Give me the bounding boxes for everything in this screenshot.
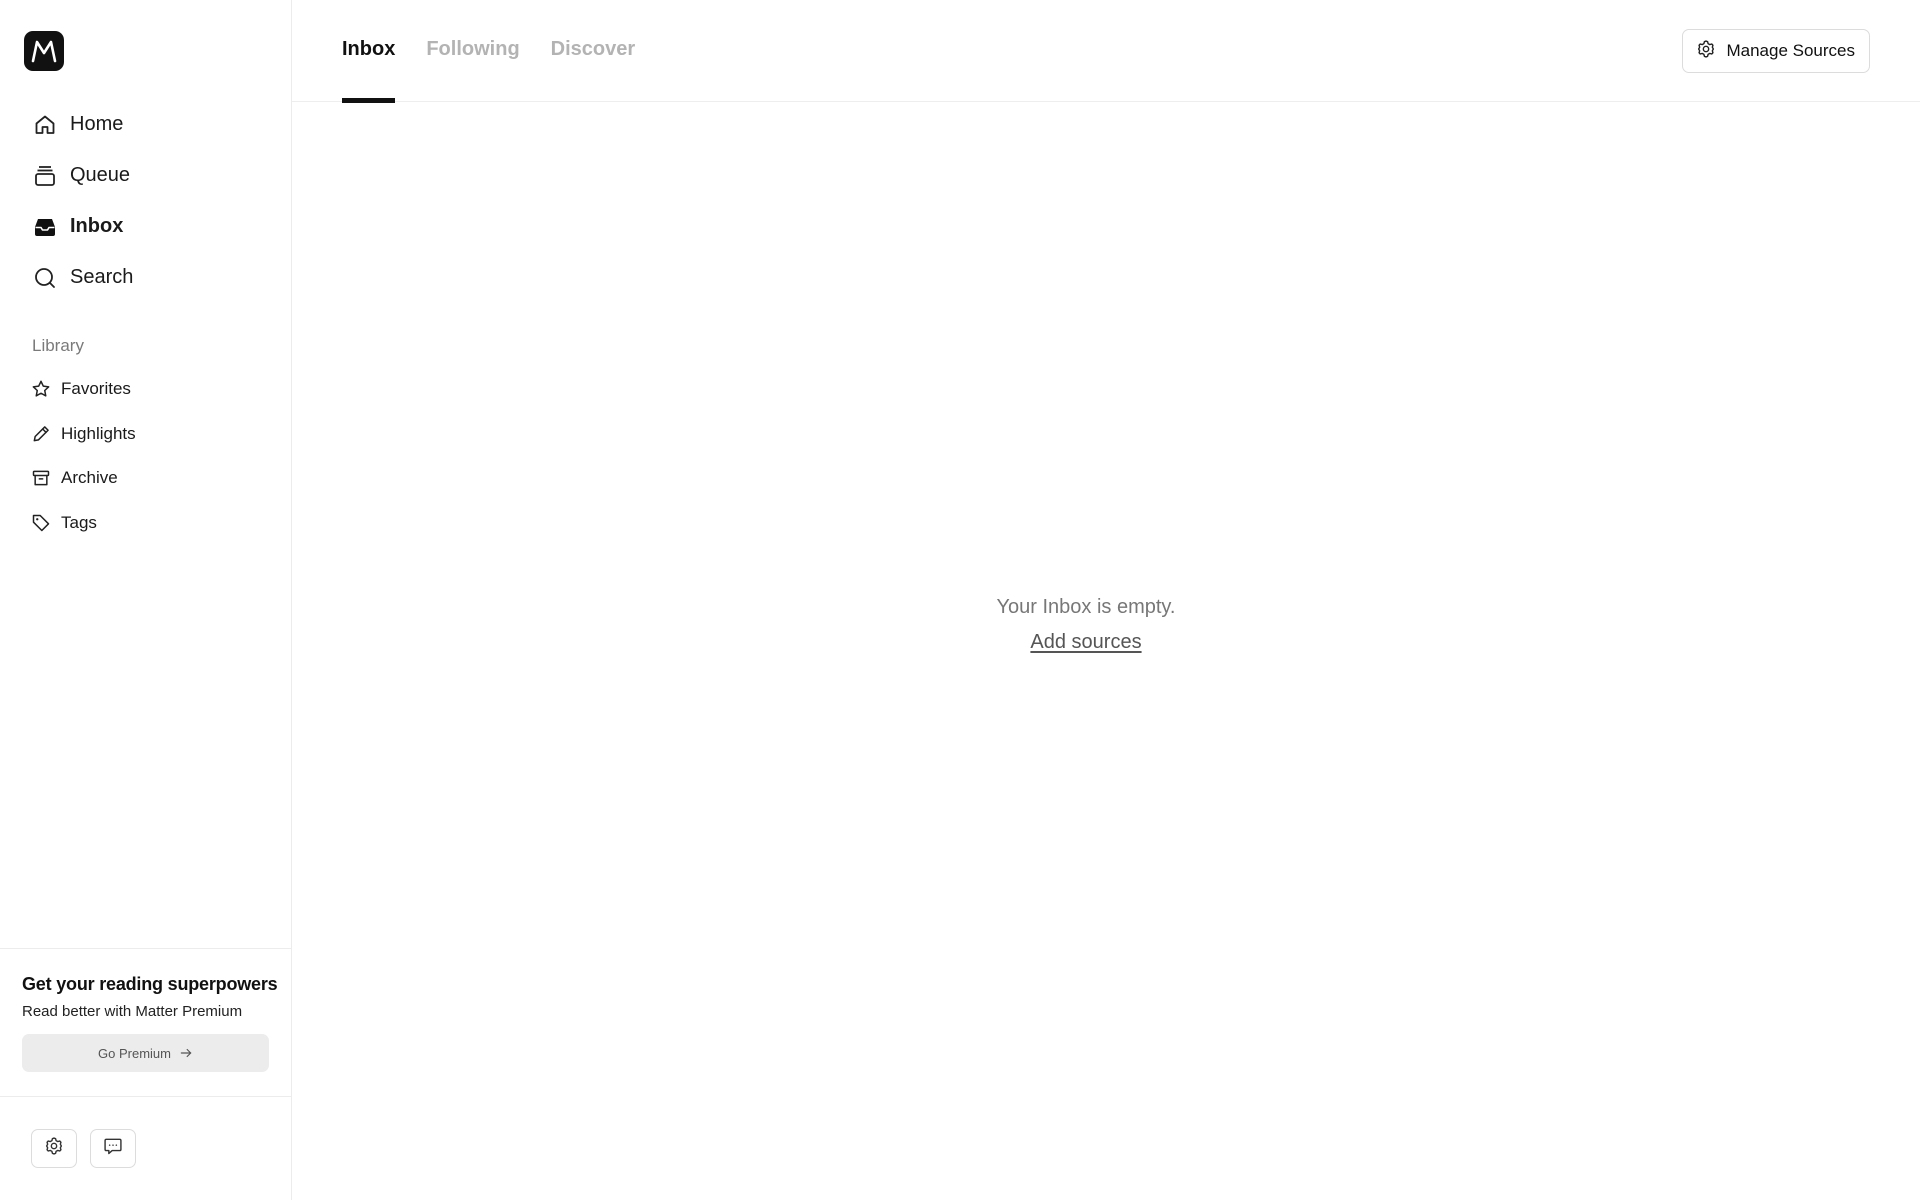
feedback-button[interactable]	[90, 1129, 136, 1168]
gear-icon	[44, 1136, 64, 1161]
tab-inbox[interactable]: Inbox	[342, 0, 396, 103]
app-logo[interactable]	[24, 31, 64, 71]
main-nav: Home Queue Inbox Search	[0, 99, 292, 303]
gear-icon	[1696, 39, 1716, 64]
sidebar-item-home[interactable]: Home	[0, 99, 292, 150]
library-nav: Favorites Highlights Archive Tags	[0, 367, 292, 545]
sidebar-item-inbox[interactable]: Inbox	[0, 201, 292, 252]
add-sources-link[interactable]: Add sources	[1030, 631, 1141, 654]
sidebar-item-favorites[interactable]: Favorites	[0, 367, 292, 412]
sidebar-item-label: Favorites	[61, 379, 131, 399]
logo-icon	[31, 40, 57, 63]
promo-title: Get your reading superpowers	[22, 974, 278, 994]
archive-icon	[31, 468, 51, 488]
tab-discover[interactable]: Discover	[551, 0, 636, 102]
sidebar-item-label: Inbox	[70, 215, 124, 237]
library-heading: Library	[32, 336, 84, 355]
sidebar-item-tags[interactable]: Tags	[0, 501, 292, 546]
chat-icon	[103, 1136, 123, 1161]
manage-sources-label: Manage Sources	[1726, 41, 1855, 60]
go-premium-label: Go Premium	[98, 1045, 171, 1061]
main-content: Inbox Following Discover Manage Sources …	[292, 0, 1920, 1200]
empty-state: Your Inbox is empty. Add sources	[292, 596, 1880, 654]
sidebar-item-queue[interactable]: Queue	[0, 150, 292, 201]
home-icon	[32, 112, 58, 138]
top-bar: Inbox Following Discover Manage Sources	[292, 0, 1920, 103]
promo-subtitle: Read better with Matter Premium	[22, 1003, 243, 1020]
sidebar-item-label: Highlights	[61, 423, 136, 443]
tab-following[interactable]: Following	[426, 0, 519, 102]
arrow-right-icon	[179, 1046, 193, 1060]
sidebar-item-archive[interactable]: Archive	[0, 456, 292, 501]
sidebar: Home Queue Inbox Search Library Favorite…	[0, 0, 292, 1200]
tab-bar: Inbox Following Discover	[342, 0, 666, 103]
sidebar-item-label: Archive	[61, 468, 118, 488]
search-icon	[32, 265, 58, 291]
star-icon	[31, 379, 51, 399]
tag-icon	[31, 513, 51, 533]
premium-promo: Get your reading superpowers Read better…	[0, 948, 291, 1097]
pen-icon	[31, 424, 51, 444]
sidebar-item-label: Home	[70, 113, 124, 135]
queue-icon	[32, 163, 58, 189]
sidebar-item-label: Queue	[70, 164, 131, 186]
empty-state-text: Your Inbox is empty.	[996, 596, 1176, 618]
manage-sources-button[interactable]: Manage Sources	[1682, 29, 1870, 73]
settings-button[interactable]	[31, 1129, 77, 1168]
sidebar-item-label: Search	[70, 266, 134, 288]
sidebar-item-label: Tags	[61, 512, 97, 532]
inbox-icon	[32, 214, 58, 240]
sidebar-item-search[interactable]: Search	[0, 252, 292, 303]
sidebar-tools	[31, 1129, 136, 1168]
go-premium-button[interactable]: Go Premium	[22, 1034, 269, 1072]
app-window: Home Queue Inbox Search Library Favorite…	[0, 0, 1920, 1200]
sidebar-item-highlights[interactable]: Highlights	[0, 412, 292, 457]
